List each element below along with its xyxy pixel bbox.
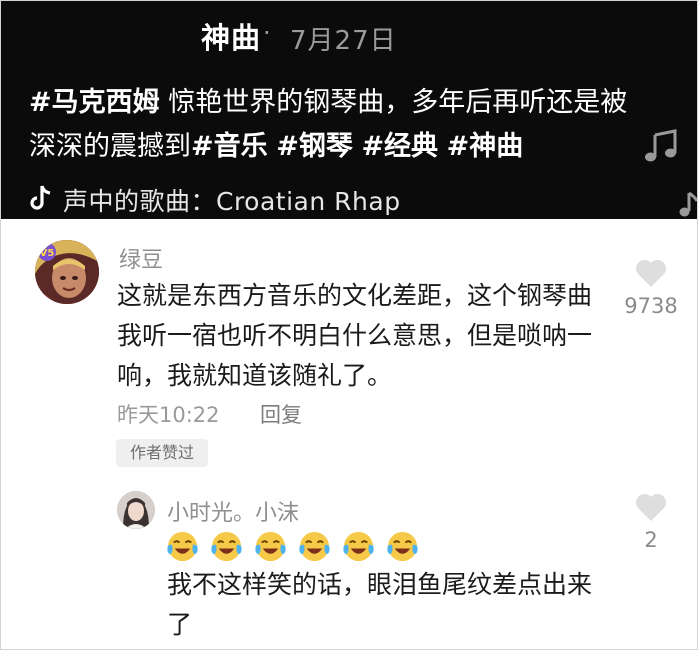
hashtag-link[interactable]: #音乐 bbox=[191, 131, 268, 162]
reply-username[interactable]: 小时光。小沫 bbox=[167, 495, 299, 527]
post-date: 7月27日 bbox=[290, 26, 397, 56]
emoji-row bbox=[166, 530, 425, 564]
author-name-partial: 神曲 bbox=[201, 21, 262, 55]
avatar-badge: V5 bbox=[40, 248, 55, 259]
reply-text: 我不这样笑的话，眼泪鱼尾纹差点出来了 bbox=[167, 570, 593, 639]
comment-timestamp: 昨天10:22 bbox=[117, 403, 220, 427]
like-count: 9738 bbox=[624, 294, 678, 318]
screenshot-frame: 神曲 · 7月27日 #马克西姆 惊艳世界的钢琴曲，多年后再听还是被深深的震撼到… bbox=[0, 0, 698, 650]
heart-icon[interactable] bbox=[634, 257, 668, 289]
avatar[interactable] bbox=[117, 491, 155, 529]
laughing-crying-emoji-icon bbox=[167, 531, 198, 562]
comment-username[interactable]: 绿豆 bbox=[119, 242, 163, 274]
author-liked-badge: 作者赞过 bbox=[116, 439, 208, 467]
avatar[interactable]: V5 bbox=[35, 240, 99, 304]
girl-avatar-icon bbox=[117, 491, 155, 529]
reply-button[interactable]: 回复 bbox=[260, 399, 302, 429]
separator-dot: · bbox=[263, 19, 271, 47]
laughing-crying-emoji-icon bbox=[387, 531, 419, 562]
song-title[interactable]: 声中的歌曲：Croatian Rhap bbox=[63, 182, 401, 218]
laughing-crying-emoji-icon bbox=[299, 531, 330, 562]
tiktok-logo-icon bbox=[30, 185, 51, 210]
comment-text: 这就是东西方音乐的文化差距，这个钢琴曲我听一宿也听不明白什么意思，但是唢呐一响，… bbox=[117, 281, 593, 390]
laughing-crying-emoji-icon bbox=[255, 531, 286, 562]
laughing-crying-emoji-icon bbox=[343, 531, 374, 562]
music-note-icon[interactable] bbox=[643, 129, 679, 163]
video-info-header: 神曲 · 7月27日 #马克西姆 惊艳世界的钢琴曲，多年后再听还是被深深的震撼到… bbox=[1, 1, 697, 219]
video-caption: #马克西姆 惊艳世界的钢琴曲，多年后再听还是被深深的震撼到#音乐 #钢琴 #经典… bbox=[29, 81, 629, 169]
heart-icon[interactable] bbox=[634, 491, 668, 523]
laughing-crying-emoji-icon bbox=[211, 531, 242, 562]
hashtag-link[interactable]: #经典 bbox=[361, 131, 438, 162]
like-count: 2 bbox=[644, 528, 658, 552]
music-note-icon bbox=[679, 191, 697, 217]
hashtag-link[interactable]: #马克西姆 bbox=[29, 87, 160, 118]
hashtag-link[interactable]: #钢琴 bbox=[276, 131, 353, 162]
game-character-avatar-icon: V5 bbox=[35, 240, 99, 304]
hashtag-link[interactable]: #神曲 bbox=[447, 131, 524, 162]
